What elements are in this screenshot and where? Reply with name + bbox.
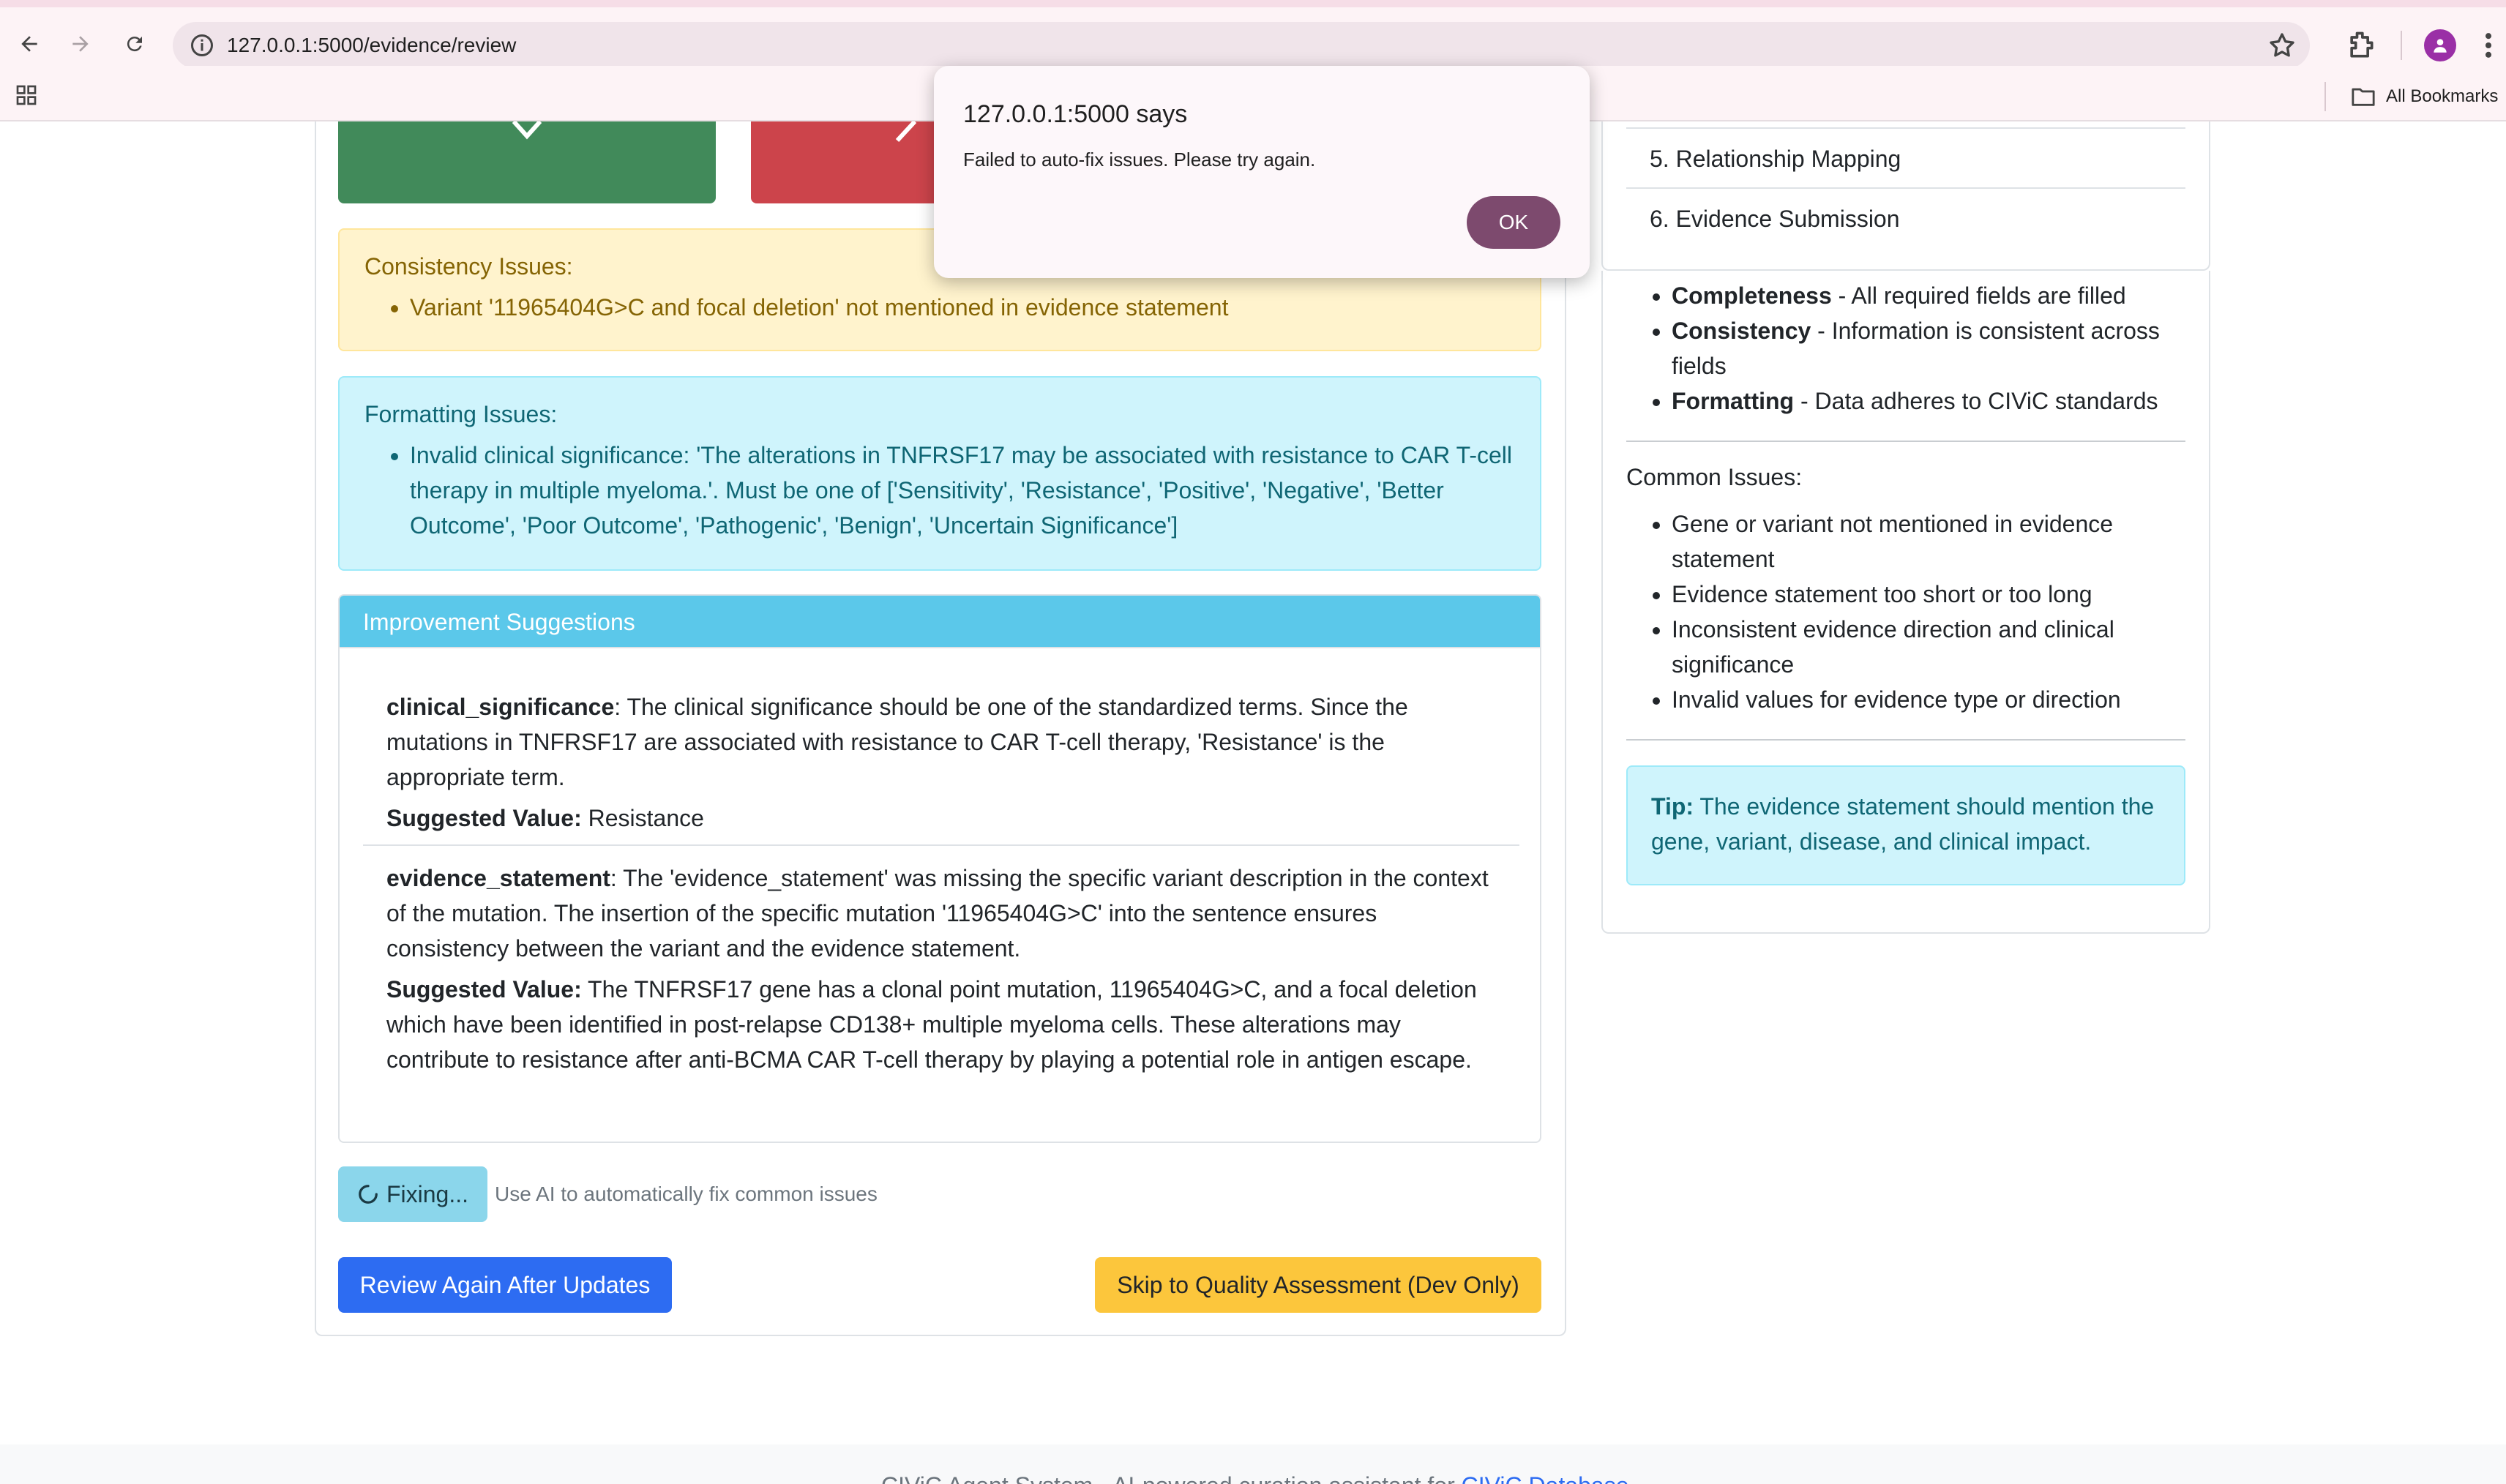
dialog-title: 127.0.0.1:5000 says [963, 100, 1188, 128]
section-divider [1626, 441, 2185, 442]
suggested-value-row: Suggested Value: The TNFRSF17 gene has a… [386, 972, 1496, 1077]
list-item: Invalid clinical significance: 'The alte… [410, 438, 1515, 543]
bookmark-star-icon[interactable] [2267, 31, 2297, 60]
consistency-issues-list: Variant '11965404G>C and focal deletion'… [364, 290, 1515, 325]
section-divider [1626, 739, 2185, 741]
check-term: Consistency [1672, 318, 1811, 344]
extensions-icon[interactable] [2345, 29, 2377, 61]
formatting-issues-alert: Formatting Issues: Invalid clinical sign… [338, 376, 1541, 571]
suggestion-item: evidence_statement: The 'evidence_statem… [363, 861, 1519, 1077]
toolbar-divider [2401, 31, 2402, 60]
arrow-left-icon [21, 36, 37, 52]
common-issues-list: Gene or variant not mentioned in evidenc… [1626, 506, 2183, 717]
list-item: Inconsistent evidence direction and clin… [1672, 612, 2183, 682]
check-desc: - All required fields are filled [1831, 282, 2126, 309]
back-button[interactable] [9, 23, 50, 64]
page-footer: CIViC Agent System - AI-powered curation… [0, 1444, 2506, 1484]
suggestion-divider [363, 844, 1519, 846]
spinner-icon [359, 1185, 378, 1204]
checkmark-icon [512, 121, 542, 140]
list-item: Gene or variant not mentioned in evidenc… [1672, 506, 2183, 577]
x-mark-icon [895, 121, 917, 143]
reload-icon [127, 37, 142, 52]
quality-checks-list: Completeness - All required fields are f… [1626, 278, 2183, 419]
step-evidence-submission[interactable]: 6. Evidence Submission [1603, 189, 2209, 249]
bookmarks-divider [2324, 82, 2326, 111]
tip-label: Tip: [1651, 793, 1694, 820]
tip-box: Tip: The evidence statement should menti… [1626, 765, 2185, 885]
auto-fix-hint: Use AI to automatically fix common issue… [495, 1183, 878, 1205]
suggestion-reason: evidence_statement: The 'evidence_statem… [386, 861, 1496, 966]
footer-text: CIViC Agent System - AI-powered curation… [881, 1471, 1629, 1484]
apps-grid-icon[interactable] [15, 83, 38, 107]
all-bookmarks-button[interactable]: All Bookmarks [2351, 82, 2498, 111]
accept-button[interactable] [338, 121, 716, 203]
review-again-button[interactable]: Review Again After Updates [338, 1257, 672, 1313]
tab-strip [0, 0, 2506, 7]
suggested-value-label: Suggested Value: [386, 805, 582, 831]
alert-dialog: 127.0.0.1:5000 says Failed to auto-fix i… [934, 66, 1590, 278]
formatting-issues-list: Invalid clinical significance: 'The alte… [364, 438, 1515, 543]
skip-to-quality-button[interactable]: Skip to Quality Assessment (Dev Only) [1095, 1257, 1541, 1313]
reload-button[interactable] [114, 23, 155, 64]
list-item: Formatting - Data adheres to CIViC stand… [1672, 383, 2183, 419]
civic-database-link[interactable]: CIViC Database [1462, 1472, 1629, 1484]
all-bookmarks-label: All Bookmarks [2386, 86, 2499, 106]
suggested-value-label: Suggested Value: [386, 976, 582, 1003]
suggestion-reason: clinical_significance: The clinical sign… [386, 689, 1496, 795]
more-vert-icon[interactable] [2481, 29, 2496, 61]
suggestions-header: Improvement Suggestions [340, 596, 1540, 648]
address-bar[interactable]: 127.0.0.1:5000/evidence/review [173, 22, 2310, 69]
list-item: Consistency - Information is consistent … [1672, 313, 2183, 383]
arrow-right-icon [72, 36, 89, 52]
suggestion-field: clinical_significance [386, 694, 615, 720]
step-relationship-mapping[interactable]: 5. Relationship Mapping [1603, 129, 2209, 189]
auto-fix-button[interactable]: Fixing... [338, 1166, 487, 1222]
list-item: Evidence statement too short or too long [1672, 577, 2183, 612]
profile-avatar[interactable] [2424, 29, 2456, 61]
person-icon [2434, 39, 2447, 53]
list-item: Variant '11965404G>C and focal deletion'… [410, 290, 1515, 325]
workflow-steps: 5. Relationship Mapping 6. Evidence Subm… [1601, 121, 2210, 271]
improvement-suggestions-card: Improvement Suggestions clinical_signifi… [338, 594, 1541, 1143]
suggested-value: Resistance [588, 805, 704, 831]
dialog-message: Failed to auto-fix issues. Please try ag… [963, 149, 1316, 170]
browser-toolbar: 127.0.0.1:5000/evidence/review [0, 7, 2506, 69]
footer-caption: CIViC Agent System - AI-powered curation… [881, 1472, 1462, 1484]
review-help-card: Completeness - All required fields are f… [1601, 271, 2210, 934]
common-issues-title: Common Issues: [1626, 464, 1803, 490]
suggestion-item: clinical_significance: The clinical sign… [363, 689, 1519, 836]
suggestion-field: evidence_statement [386, 865, 610, 891]
list-item: Completeness - All required fields are f… [1672, 278, 2183, 313]
formatting-issues-title: Formatting Issues: [364, 401, 558, 427]
tip-text: The evidence statement should mention th… [1651, 793, 2155, 855]
check-desc: - Data adheres to CIViC standards [1794, 388, 2158, 414]
folder-icon [2352, 88, 2375, 106]
auto-fix-label: Fixing... [386, 1180, 469, 1207]
check-term: Formatting [1672, 388, 1795, 414]
suggested-value-row: Suggested Value: Resistance [386, 801, 1496, 836]
url-text[interactable]: 127.0.0.1:5000/evidence/review [227, 32, 516, 59]
reject-button[interactable] [751, 121, 941, 203]
dialog-ok-button[interactable]: OK [1467, 196, 1560, 249]
list-item: Invalid values for evidence type or dire… [1672, 682, 2183, 717]
info-icon[interactable] [189, 32, 215, 59]
check-term: Completeness [1672, 282, 1832, 309]
forward-button[interactable] [60, 23, 101, 64]
